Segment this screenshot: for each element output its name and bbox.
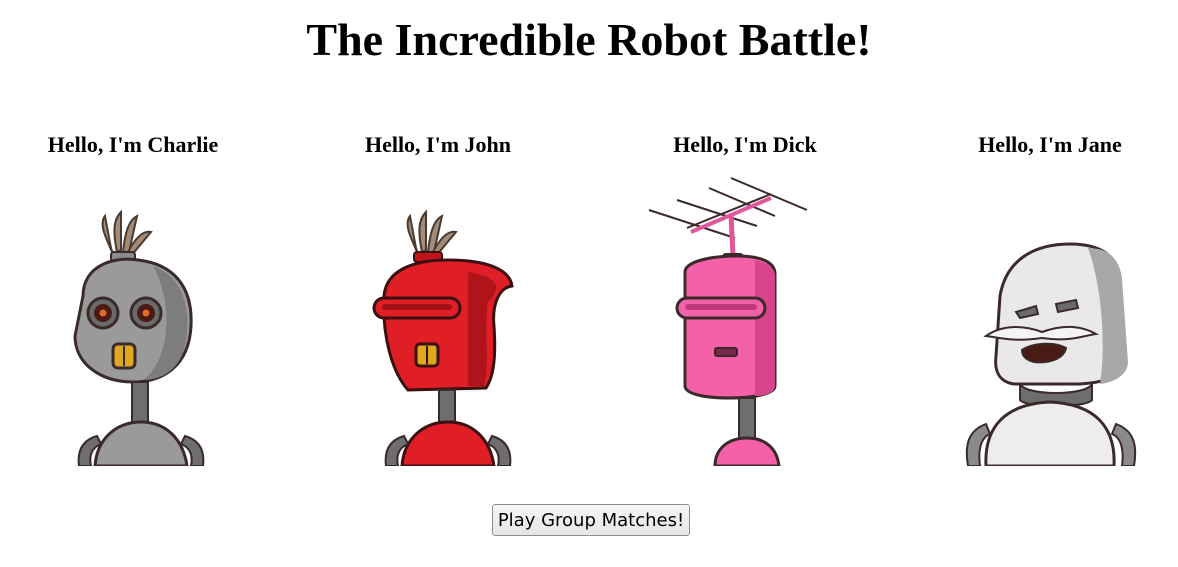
robot-card-jane: Hello, I'm Jane: [930, 130, 1170, 466]
robot-jane-image: [965, 242, 1137, 466]
robot-card-john: Hello, I'm John: [318, 130, 558, 466]
page-title: The Incredible Robot Battle!: [306, 14, 872, 65]
robot-greeting: Hello, I'm John: [364, 132, 512, 157]
robot-card-dick: Hello, I'm Dick: [625, 130, 865, 466]
robot-john-image: [372, 209, 514, 466]
robot-greeting: Hello, I'm Jane: [978, 132, 1122, 157]
robot-greeting: Hello, I'm Charlie: [47, 132, 219, 157]
robot-charlie-image: [73, 209, 205, 466]
robot-card-charlie: Hello, I'm Charlie: [13, 130, 253, 466]
play-group-matches-button[interactable]: Play Group Matches!: [492, 504, 690, 536]
robot-dick-image: [648, 177, 808, 466]
robot-greeting: Hello, I'm Dick: [673, 132, 817, 157]
